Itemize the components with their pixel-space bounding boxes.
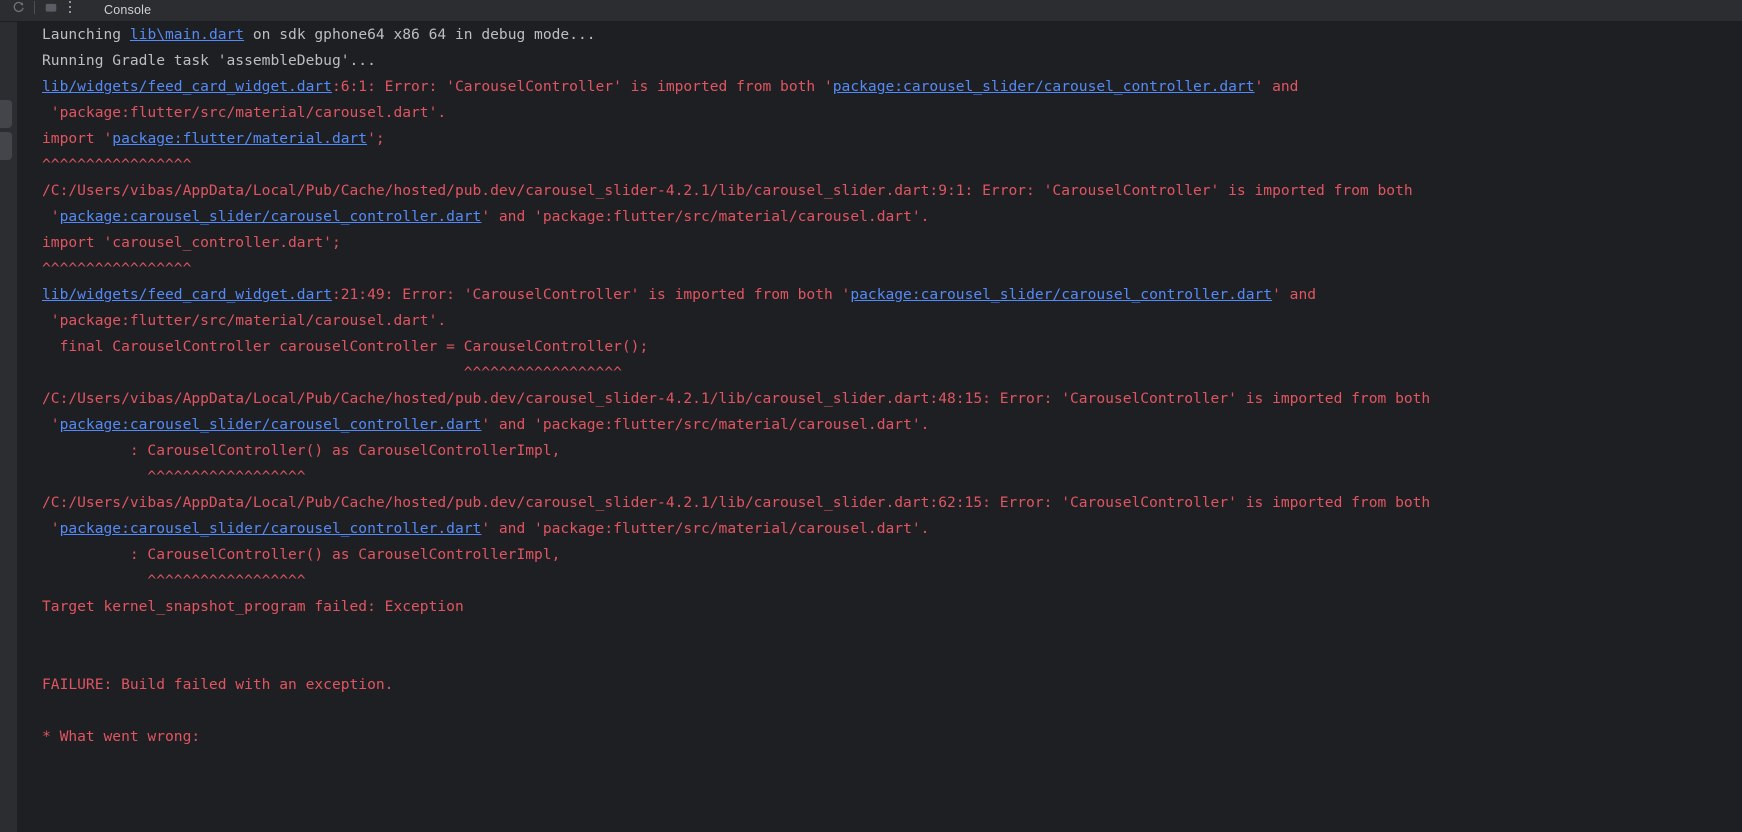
console-line: ^^^^^^^^^^^^^^^^^ xyxy=(18,256,1742,282)
console-link[interactable]: lib/widgets/feed_card_widget.dart xyxy=(42,78,332,95)
console-text: ' xyxy=(42,416,60,433)
toolbar-separator xyxy=(34,1,35,14)
console-line: Target kernel_snapshot_program failed: E… xyxy=(18,594,1742,620)
console-gutter xyxy=(0,22,18,832)
console-line: final CarouselController carouselControl… xyxy=(18,334,1742,360)
console-text: Launching xyxy=(42,26,130,43)
console-line: 'package:carousel_slider/carousel_contro… xyxy=(18,204,1742,230)
console-text: Target kernel_snapshot_program failed: E… xyxy=(42,598,464,615)
toolbar-icon-group xyxy=(0,0,78,21)
console-link[interactable]: package:carousel_slider/carousel_control… xyxy=(833,78,1255,95)
console-line: : CarouselController() as CarouselContro… xyxy=(18,438,1742,464)
console-text: :21:49: Error: 'CarouselController' is i… xyxy=(331,286,851,303)
console-text: * What went wrong: xyxy=(42,728,201,745)
layout-icon[interactable] xyxy=(40,0,62,18)
console-link[interactable]: lib/widgets/feed_card_widget.dart xyxy=(42,286,332,303)
rerun-icon[interactable] xyxy=(7,0,29,18)
console-line: 'package:flutter/src/material/carousel.d… xyxy=(18,100,1742,126)
console-line: /C:/Users/vibas/AppData/Local/Pub/Cache/… xyxy=(18,490,1742,516)
console-line: 'package:flutter/src/material/carousel.d… xyxy=(18,308,1742,334)
console-text: 'package:flutter/src/material/carousel.d… xyxy=(42,104,447,121)
console-text: '; xyxy=(367,130,385,147)
console-link[interactable]: package:carousel_slider/carousel_control… xyxy=(60,416,482,433)
console-line: ^^^^^^^^^^^^^^^^^^ xyxy=(18,360,1742,386)
console-line: : CarouselController() as CarouselContro… xyxy=(18,542,1742,568)
run-toolwindow-toolbar: Console xyxy=(0,0,1742,22)
console-text: /C:/Users/vibas/AppData/Local/Pub/Cache/… xyxy=(42,182,1413,199)
console-text: ' and xyxy=(1254,78,1299,95)
console-text: ' xyxy=(42,520,60,537)
console-line: /C:/Users/vibas/AppData/Local/Pub/Cache/… xyxy=(18,386,1742,412)
console-link[interactable]: package:carousel_slider/carousel_control… xyxy=(60,520,482,537)
console-output-area: Launching lib\main.dart on sdk gphone64 … xyxy=(0,22,1742,832)
gutter-marker-handle[interactable] xyxy=(0,100,12,128)
console-text: FAILURE: Build failed with an exception. xyxy=(42,676,394,693)
console-line: 'package:carousel_slider/carousel_contro… xyxy=(18,412,1742,438)
console-line: import 'carousel_controller.dart'; xyxy=(18,230,1742,256)
console-text: ^^^^^^^^^^^^^^^^^^ xyxy=(42,364,622,381)
tab-console[interactable]: Console xyxy=(104,3,151,17)
console-link[interactable]: lib\main.dart xyxy=(130,26,244,43)
console-text: final CarouselController carouselControl… xyxy=(42,338,649,355)
console-text: ' and 'package:flutter/src/material/caro… xyxy=(481,416,930,433)
console-text: 'package:flutter/src/material/carousel.d… xyxy=(42,312,447,329)
console-text: :6:1: Error: 'CarouselController' is imp… xyxy=(331,78,833,95)
console-link[interactable]: package:carousel_slider/carousel_control… xyxy=(60,208,482,225)
console-text: on sdk gphone64 x86 64 in debug mode... xyxy=(244,26,596,43)
console-line: /C:/Users/vibas/AppData/Local/Pub/Cache/… xyxy=(18,178,1742,204)
console-link[interactable]: package:flutter/material.dart xyxy=(112,130,367,147)
console-line: import 'package:flutter/material.dart'; xyxy=(18,126,1742,152)
console-text: ' xyxy=(42,208,60,225)
console-text: ^^^^^^^^^^^^^^^^^^ xyxy=(42,468,306,485)
console-scrollbar[interactable] xyxy=(1733,22,1742,832)
console-line: ^^^^^^^^^^^^^^^^^^ xyxy=(18,568,1742,594)
gutter-marker-handle[interactable] xyxy=(0,132,12,160)
console-line: 'package:carousel_slider/carousel_contro… xyxy=(18,516,1742,542)
console-line: * What went wrong: xyxy=(18,724,1742,750)
console-text: : CarouselController() as CarouselContro… xyxy=(42,442,561,459)
console-line: FAILURE: Build failed with an exception. xyxy=(18,672,1742,698)
console-text: : CarouselController() as CarouselContro… xyxy=(42,546,561,563)
console-line: lib/widgets/feed_card_widget.dart:6:1: E… xyxy=(18,74,1742,100)
console-text: /C:/Users/vibas/AppData/Local/Pub/Cache/… xyxy=(42,390,1431,407)
console-line: Running Gradle task 'assembleDebug'... xyxy=(18,48,1742,74)
console-text: ' and 'package:flutter/src/material/caro… xyxy=(481,208,930,225)
console-text: ' and xyxy=(1272,286,1317,303)
console-line: ^^^^^^^^^^^^^^^^^^ xyxy=(18,464,1742,490)
console-text: ^^^^^^^^^^^^^^^^^ xyxy=(42,260,192,277)
console-text: /C:/Users/vibas/AppData/Local/Pub/Cache/… xyxy=(42,494,1431,511)
console-text: Running Gradle task 'assembleDebug'... xyxy=(42,52,376,69)
console-text: import ' xyxy=(42,130,113,147)
console-link[interactable]: package:carousel_slider/carousel_control… xyxy=(850,286,1272,303)
console-text: ^^^^^^^^^^^^^^^^^ xyxy=(42,156,192,173)
console-text: import 'carousel_controller.dart'; xyxy=(42,234,341,251)
more-options-icon[interactable] xyxy=(62,0,78,17)
console-line: ^^^^^^^^^^^^^^^^^ xyxy=(18,152,1742,178)
console-text: ' and 'package:flutter/src/material/caro… xyxy=(481,520,930,537)
console-line: lib/widgets/feed_card_widget.dart:21:49:… xyxy=(18,282,1742,308)
console-line: Launching lib\main.dart on sdk gphone64 … xyxy=(18,22,1742,48)
console-log[interactable]: Launching lib\main.dart on sdk gphone64 … xyxy=(18,22,1742,832)
console-text: ^^^^^^^^^^^^^^^^^^ xyxy=(42,572,306,589)
